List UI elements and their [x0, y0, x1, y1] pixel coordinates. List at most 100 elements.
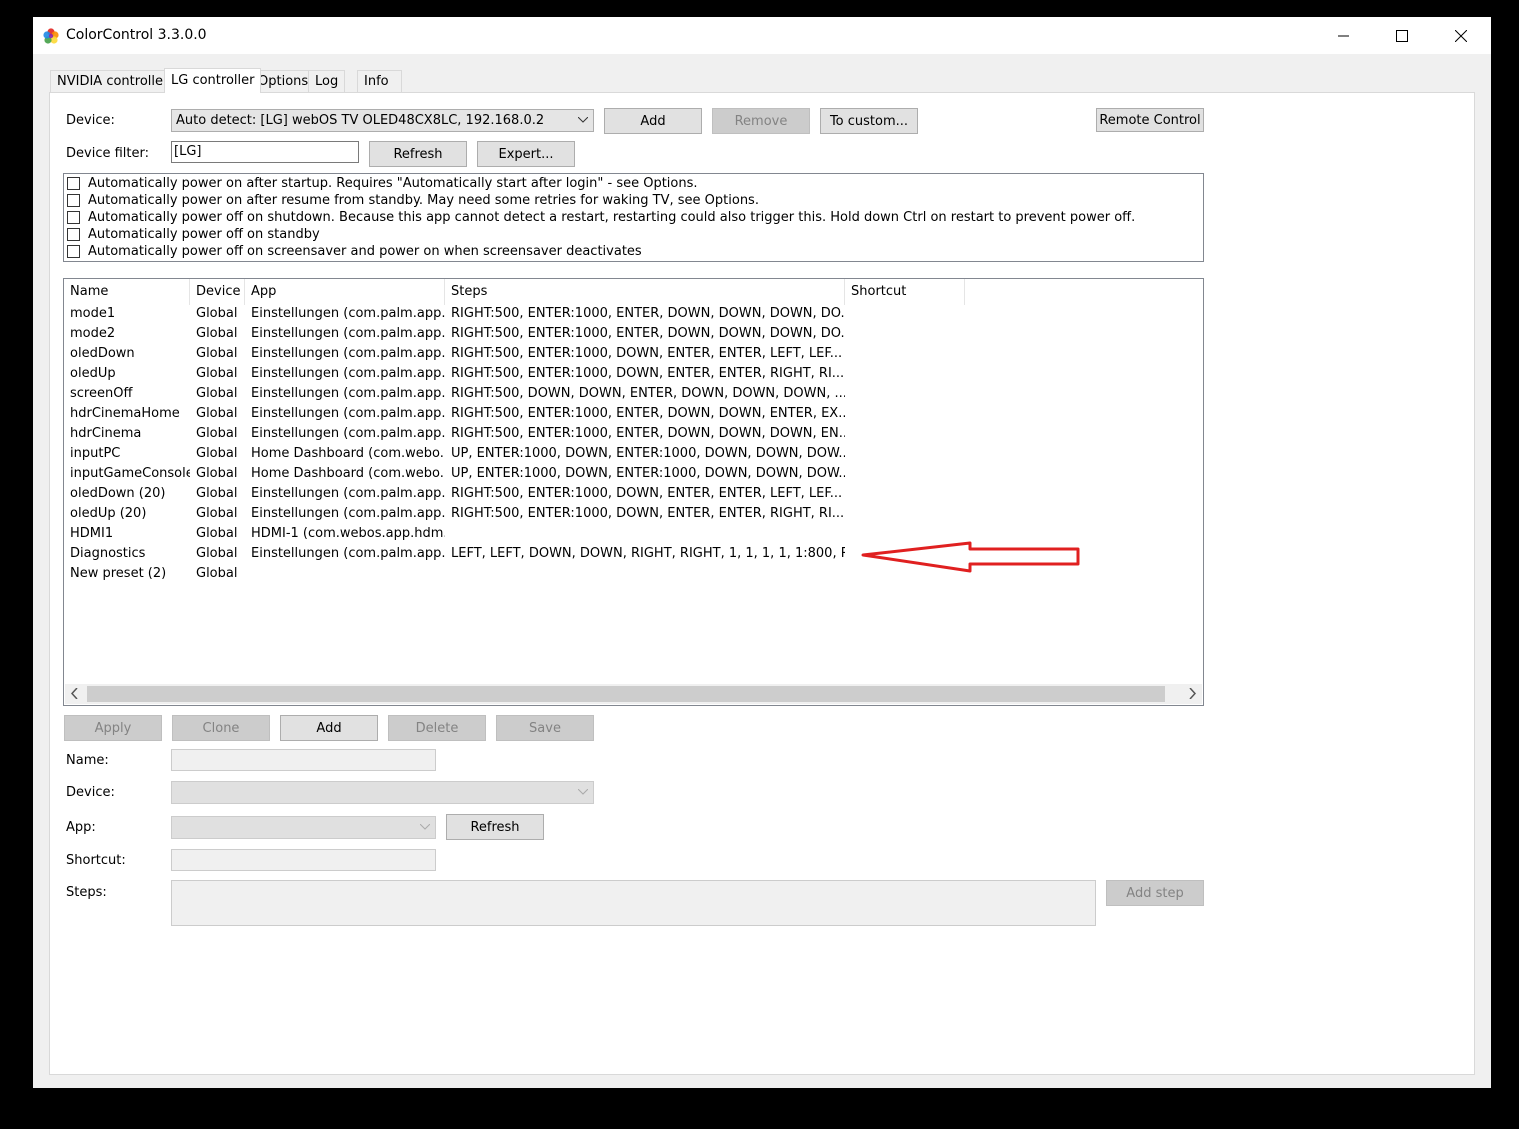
tab-info[interactable]: Info [357, 70, 402, 92]
window-title: ColorControl 3.3.0.0 [66, 27, 207, 43]
tab-nvidia-controller[interactable]: NVIDIA controller [50, 70, 176, 92]
cell-app: Einstellungen (com.palm.app.... [251, 306, 445, 321]
preset-add-button[interactable]: Add [280, 715, 378, 741]
power-options-list: Automatically power on after startup. Re… [63, 173, 1204, 262]
cell-shortcut [845, 364, 965, 384]
presets-header: Name Device App Steps Shortcut [64, 279, 1203, 305]
cell-name: oledDown (20) [70, 486, 166, 501]
tab-log[interactable]: Log [308, 70, 346, 92]
cell-app: Einstellungen (com.palm.app.... [251, 486, 445, 501]
delete-button[interactable]: Delete [388, 715, 486, 741]
table-row[interactable]: inputGameConsole Global Home Dashboard (co… [64, 464, 1203, 484]
close-icon [1455, 29, 1467, 42]
cell-shortcut [845, 404, 965, 424]
option-power-off-shutdown[interactable]: Automatically power off on shutdown. Bec… [67, 209, 1135, 226]
table-row[interactable]: hdrCinemaHome Global Einstellungen (com.pa… [64, 404, 1203, 424]
cell-steps: UP, ENTER:1000, DOWN, ENTER:1000, DOWN, … [451, 466, 845, 481]
minimize-button[interactable] [1315, 17, 1373, 54]
column-header-device[interactable]: Device [190, 279, 245, 305]
checkbox[interactable] [67, 211, 80, 224]
cell-name: screenOff [70, 386, 133, 401]
cell-name: mode2 [70, 326, 116, 341]
option-power-screensaver[interactable]: Automatically power off on screensaver a… [67, 243, 642, 260]
cell-steps: RIGHT:500, ENTER:1000, ENTER, DOWN, DOWN… [451, 406, 845, 421]
option-power-on-resume[interactable]: Automatically power on after resume from… [67, 192, 759, 209]
cell-shortcut [845, 484, 965, 504]
cell-name: hdrCinemaHome [70, 406, 180, 421]
cell-device: Global [196, 306, 238, 321]
horizontal-scrollbar[interactable] [65, 684, 1202, 704]
cell-app: Einstellungen (com.palm.app.... [251, 326, 445, 341]
cell-name: mode1 [70, 306, 116, 321]
close-button[interactable] [1432, 17, 1490, 54]
remote-control-button[interactable]: Remote Control [1096, 108, 1204, 132]
cell-name: oledUp (20) [70, 506, 147, 521]
cell-name: Diagnostics [70, 546, 146, 561]
to-custom-button[interactable]: To custom... [820, 108, 918, 134]
name-input[interactable] [171, 749, 436, 771]
cell-device: Global [196, 546, 238, 561]
apply-button[interactable]: Apply [64, 715, 162, 741]
shortcut-input[interactable] [171, 849, 436, 871]
table-row[interactable]: screenOff Global Einstellungen (com.palm.a… [64, 384, 1203, 404]
chevron-down-icon [578, 789, 588, 795]
device-remove-button[interactable]: Remove [712, 108, 810, 134]
column-header-steps[interactable]: Steps [445, 279, 845, 305]
scrollbar-thumb[interactable] [87, 686, 1165, 702]
cell-app: Einstellungen (com.palm.app.... [251, 406, 445, 421]
filter-refresh-button[interactable]: Refresh [369, 141, 467, 167]
column-header-shortcut[interactable]: Shortcut [845, 279, 965, 305]
title-bar: ColorControl 3.3.0.0 [33, 17, 1491, 54]
table-row[interactable]: hdrCinema Global Einstellungen (com.palm.a… [64, 424, 1203, 444]
checkbox[interactable] [67, 177, 80, 190]
presets-listview[interactable]: Name Device App Steps Shortcut mode1 Glob… [63, 278, 1204, 706]
clone-button[interactable]: Clone [172, 715, 270, 741]
column-header-app[interactable]: App [245, 279, 445, 305]
cell-app: Home Dashboard (com.webo... [251, 466, 445, 481]
tab-lg-controller[interactable]: LG controller [164, 68, 262, 93]
table-row[interactable]: mode2 Global Einstellungen (com.palm.app..… [64, 324, 1203, 344]
checkbox[interactable] [67, 194, 80, 207]
steps-textarea[interactable] [171, 880, 1096, 926]
table-row[interactable]: oledDown Global Einstellungen (com.palm.ap… [64, 344, 1203, 364]
shortcut-label: Shortcut: [66, 853, 126, 868]
cell-device: Global [196, 346, 238, 361]
app-dropdown[interactable] [171, 816, 436, 839]
device-add-button[interactable]: Add [604, 108, 702, 134]
cell-app [245, 564, 445, 584]
cell-app: Einstellungen (com.palm.app.... [251, 366, 445, 381]
table-row[interactable]: inputPC Global Home Dashboard (com.webo...… [64, 444, 1203, 464]
cell-app: Einstellungen (com.palm.app.... [251, 426, 445, 441]
table-row[interactable]: mode1 Global Einstellungen (com.palm.app..… [64, 304, 1203, 324]
table-row[interactable]: oledUp (20) Global Einstellungen (com.palm… [64, 504, 1203, 524]
option-power-on-startup[interactable]: Automatically power on after startup. Re… [67, 175, 698, 192]
device-dropdown[interactable]: Auto detect: [LG] webOS TV OLED48CX8LC, … [171, 109, 594, 132]
cell-steps [445, 564, 845, 584]
cell-shortcut [845, 424, 965, 444]
column-header-name[interactable]: Name [64, 279, 190, 305]
checkbox[interactable] [67, 245, 80, 258]
cell-device: Global [196, 446, 238, 461]
scroll-right-icon[interactable] [1189, 688, 1196, 699]
cell-shortcut [845, 344, 965, 364]
table-row[interactable]: oledDown (20) Global Einstellungen (com.pa… [64, 484, 1203, 504]
cell-steps [445, 524, 845, 544]
save-button[interactable]: Save [496, 715, 594, 741]
add-step-button[interactable]: Add step [1106, 880, 1204, 906]
maximize-icon [1396, 29, 1408, 42]
scroll-left-icon[interactable] [71, 688, 78, 699]
checkbox[interactable] [67, 228, 80, 241]
cell-steps: RIGHT:500, DOWN, DOWN, ENTER, DOWN, DOWN… [451, 386, 845, 401]
cell-shortcut [845, 304, 965, 324]
cell-device: Global [196, 526, 238, 541]
app-refresh-button[interactable]: Refresh [446, 814, 544, 840]
editor-device-dropdown[interactable] [171, 781, 594, 804]
cell-shortcut [845, 504, 965, 524]
option-power-off-standby[interactable]: Automatically power off on standby [67, 226, 320, 243]
expert-button[interactable]: Expert... [477, 141, 575, 167]
cell-app: Einstellungen (com.palm.app.... [251, 546, 445, 561]
maximize-button[interactable] [1373, 17, 1431, 54]
table-row[interactable]: oledUp Global Einstellungen (com.palm.app.… [64, 364, 1203, 384]
device-filter-input[interactable]: [LG] [171, 141, 359, 163]
cell-app: HDMI-1 (com.webos.app.hdm... [251, 526, 445, 541]
